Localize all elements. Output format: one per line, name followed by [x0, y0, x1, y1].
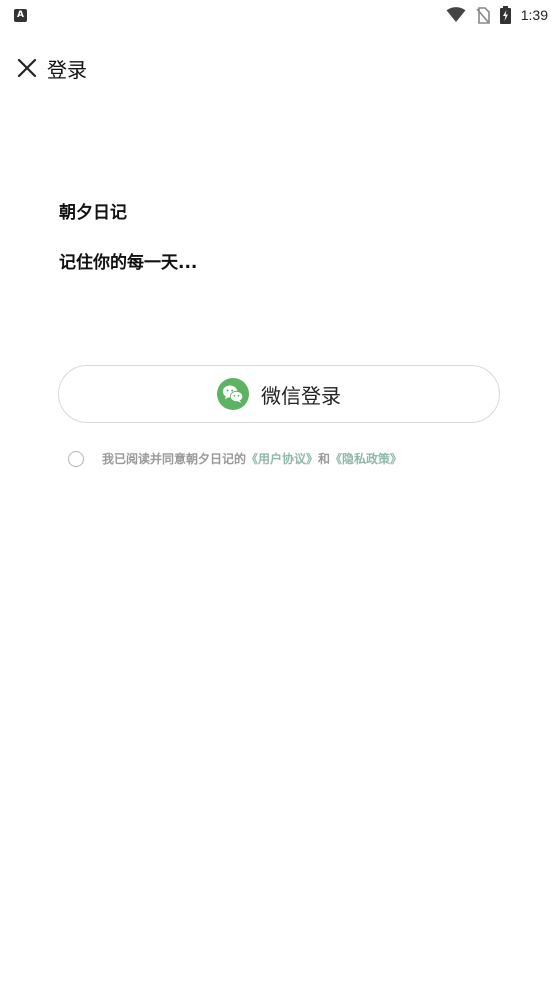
wifi-icon: [446, 7, 466, 22]
status-bar: A 1:39: [0, 0, 558, 30]
app-notification-icon: A: [14, 8, 27, 22]
wechat-login-button[interactable]: 微信登录: [58, 365, 500, 423]
header: 登录: [0, 46, 558, 90]
agreement-row: 我已阅读并同意朝夕日记的 《用户协议》 和 《隐私政策》: [68, 450, 402, 467]
close-icon: [17, 58, 37, 78]
page-title: 登录: [47, 57, 87, 82]
agreement-prefix: 我已阅读并同意朝夕日记的: [102, 452, 247, 466]
no-sim-icon: [476, 6, 490, 24]
app-name: 朝夕日记: [59, 203, 127, 223]
user-agreement-link[interactable]: 《用户协议》: [246, 450, 318, 467]
battery-charging-icon: [499, 6, 511, 24]
slogan: 记住你的每一天...: [59, 253, 198, 273]
wechat-login-label: 微信登录: [261, 383, 341, 408]
status-time: 1:39: [520, 7, 548, 23]
agreement-conjunction: 和: [318, 452, 331, 466]
login-screen: A 1:39 登录 朝夕日记 记住你的每一天... 微信登录 我已阅读并同意朝夕…: [0, 0, 558, 992]
privacy-policy-link[interactable]: 《隐私政策》: [330, 450, 402, 467]
agreement-checkbox[interactable]: [68, 450, 84, 467]
close-button[interactable]: [14, 55, 40, 81]
wechat-icon: [217, 378, 249, 410]
